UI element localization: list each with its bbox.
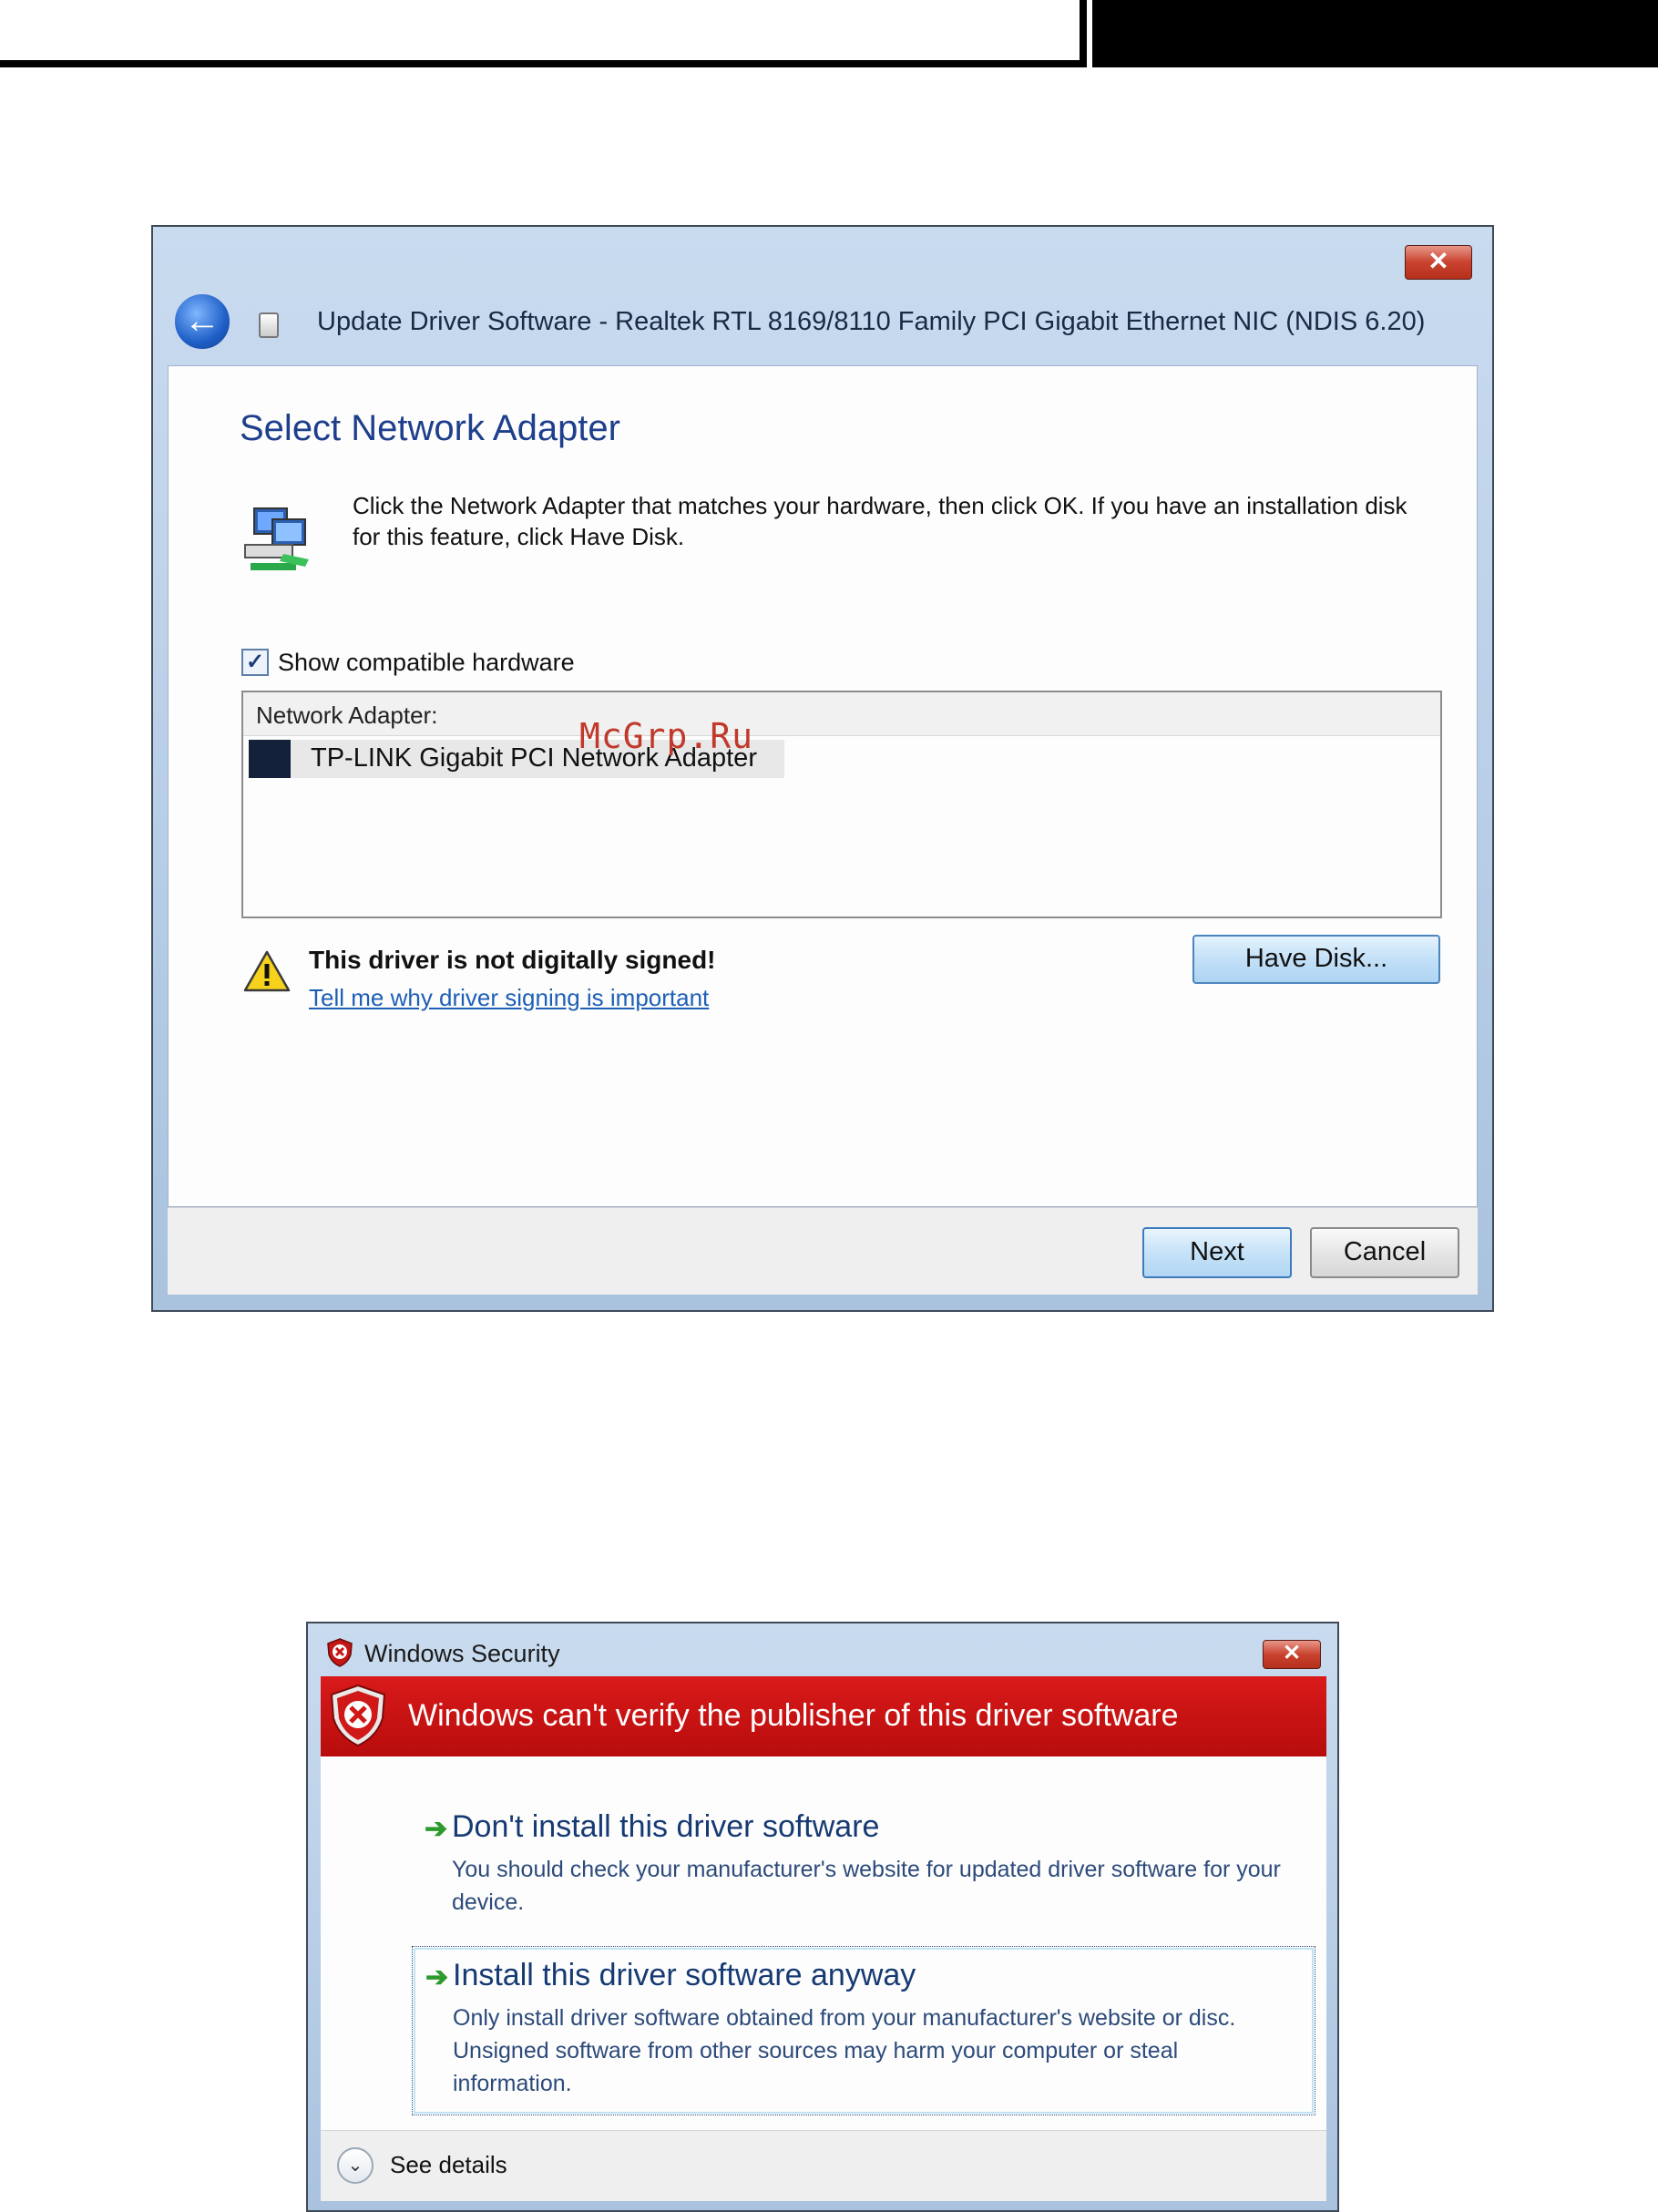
option-title: Install this driver software anyway [453,1958,916,1992]
green-arrow-icon: ➔ [425,1962,449,1992]
unsigned-warning: This driver is not digitally signed! [309,946,716,974]
list-header-label: Network Adapter: [256,701,438,729]
show-compatible-label[interactable]: Show compatible hardware [278,649,575,677]
security-shield-icon [330,1684,386,1747]
have-disk-button[interactable]: Have Disk... [1192,935,1440,984]
next-button[interactable]: Next [1142,1227,1292,1278]
chevron-down-icon[interactable]: ⌄ [337,2147,374,2184]
content-panel: Select Network Adapter Click the Network… [168,365,1478,1207]
details-bar: ⌄ See details [321,2130,1326,2201]
adapter-list[interactable]: Network Adapter: TP-LINK Gigabit PCI Net… [241,691,1442,918]
window-title: Update Driver Software - Realtek RTL 816… [317,307,1426,336]
watermark: McGrp.Ru [579,716,754,756]
warning-banner: Windows can't verify the publisher of th… [321,1676,1326,1756]
dont-install-option[interactable]: ➔ Don't install this driver software You… [412,1806,1314,1915]
page-header-separator [1087,0,1092,67]
page-header-rule [0,60,1080,67]
cancel-button[interactable]: Cancel [1310,1227,1459,1278]
window-title: Windows Security [364,1640,560,1667]
adapter-icon [249,740,291,778]
page-title: Select Network Adapter [240,408,620,448]
option-title: Don't install this driver software [452,1809,880,1844]
driver-signing-link[interactable]: Tell me why driver signing is important [309,984,709,1012]
instructions-text: Click the Network Adapter that matches y… [353,492,1407,550]
options-panel: ➔ Don't install this driver software You… [321,1756,1326,2130]
install-anyway-option[interactable]: ➔ Install this driver software anyway On… [412,1946,1315,2115]
list-header: Network Adapter: [243,692,1440,736]
option-description: You should check your manufacturer's web… [452,1857,1281,1915]
network-adapter-icon [244,507,309,570]
warning-icon [243,950,291,992]
security-shield-icon [327,1638,353,1667]
back-button[interactable]: ← [173,292,231,351]
windows-security-window: Windows Security ✕ Windows can't verify … [306,1622,1339,2212]
green-arrow-icon: ➔ [425,1814,448,1844]
close-button[interactable]: ✕ [1263,1640,1321,1669]
see-details-toggle[interactable]: See details [390,2151,507,2179]
banner-title: Windows can't verify the publisher of th… [408,1698,1179,1733]
option-description: Only install driver software obtained fr… [453,2005,1236,2096]
close-button[interactable]: ✕ [1405,245,1472,280]
page-header-block [1080,0,1658,67]
show-compatible-checkbox[interactable]: ✓ [241,649,269,676]
device-icon [259,312,279,338]
update-driver-window: ✕ ← Update Driver Software - Realtek RTL… [151,225,1494,1312]
